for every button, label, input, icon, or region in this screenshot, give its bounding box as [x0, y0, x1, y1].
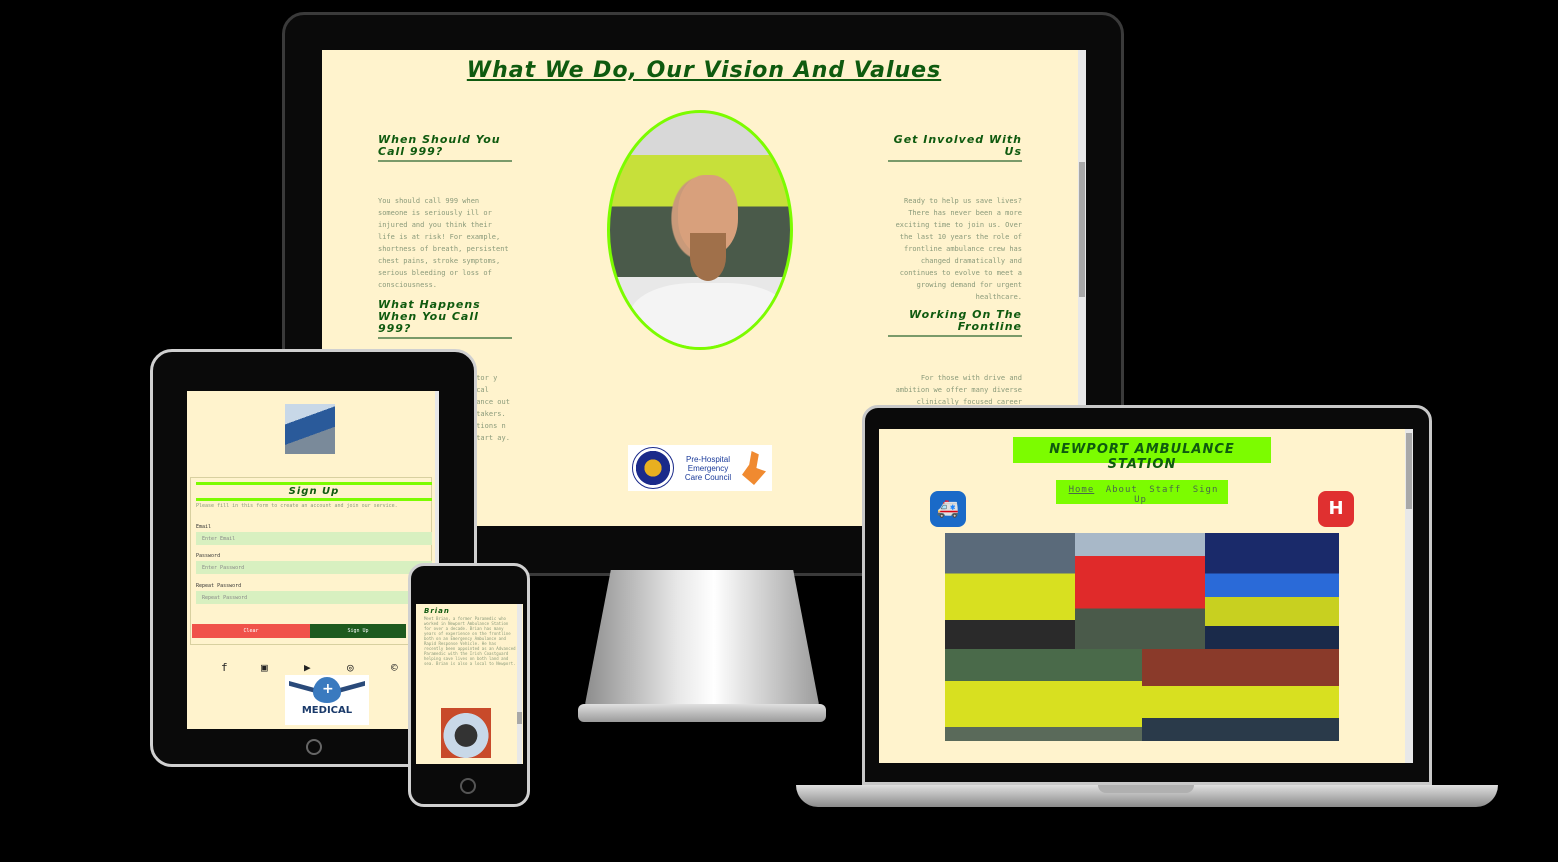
- photo-rapid-response-car: [945, 533, 1075, 649]
- doctor-photo: [285, 404, 335, 454]
- signup-subtitle: Please fill in this form to create an ac…: [196, 503, 398, 509]
- repeat-password-field[interactable]: Repeat Password: [196, 591, 432, 604]
- text-what-happens: ator y ical lance out -takers. stions n …: [472, 374, 510, 442]
- monitor-stand: [582, 570, 822, 720]
- staff-name: Brian: [424, 607, 450, 615]
- station-title: NEWPORT AMBULANCE STATION: [1013, 437, 1271, 472]
- hand-icon: [742, 451, 766, 485]
- staff-bio: Meet Brian, a former Paramedic who worke…: [424, 616, 516, 666]
- instagram-icon[interactable]: ◎: [347, 661, 354, 674]
- laptop-notch: [1098, 785, 1194, 793]
- email-field[interactable]: Enter Email: [196, 532, 432, 545]
- text-when-call-999: You should call 999 when someone is seri…: [378, 197, 509, 289]
- main-nav: Home About Staff Sign Up: [1056, 480, 1228, 505]
- nav-about[interactable]: About: [1106, 485, 1138, 495]
- facebook-icon[interactable]: f: [221, 661, 228, 674]
- photo-ambulances-night: [1205, 533, 1339, 649]
- heading-when-call-999: When Should You Call 999?: [378, 134, 512, 162]
- text-get-involved: Ready to help us save lives? There has n…: [895, 197, 1022, 301]
- heading-get-involved: Get Involved With Us: [888, 134, 1022, 162]
- phecc-logo: Pre-Hospital Emergency Care Council: [628, 445, 772, 491]
- seal-icon: [632, 447, 674, 489]
- paramedic-photo: [607, 110, 793, 350]
- photo-air-ambulance: [1075, 533, 1205, 649]
- tablet-home-button[interactable]: [306, 739, 322, 755]
- phone-screen: Brian Meet Brian, a former Paramedic who…: [416, 604, 523, 764]
- youtube-icon[interactable]: ▶: [304, 661, 311, 674]
- monitor-base: [578, 704, 826, 722]
- ambulance-icon: 🚑: [930, 491, 966, 527]
- phone-home-button[interactable]: [460, 778, 476, 794]
- copyright-icon: ©: [391, 661, 398, 674]
- hospital-icon: H: [1318, 491, 1354, 527]
- phecc-logo-text: Pre-Hospital Emergency Care Council: [684, 454, 732, 482]
- page-title: What We Do, Our Vision And Values: [466, 58, 942, 83]
- nav-staff[interactable]: Staff: [1149, 485, 1181, 495]
- tablet-screen: Sign Up Please fill in this form to crea…: [187, 391, 439, 729]
- laptop-scrollbar[interactable]: [1405, 429, 1413, 763]
- medical-logo: + MEDICAL: [285, 675, 369, 725]
- email-label: Email: [196, 524, 212, 530]
- heading-what-happens: What Happens When You Call 999?: [378, 299, 512, 339]
- photo-ambulance-van: [945, 649, 1142, 741]
- laptop-screen: NEWPORT AMBULANCE STATION Home About Sta…: [879, 429, 1413, 763]
- photo-motorcycle-paramedics: [1142, 649, 1339, 741]
- nav-home[interactable]: Home: [1069, 485, 1095, 495]
- repeat-password-label: Repeat Password: [196, 583, 242, 589]
- phone-scrollbar[interactable]: [517, 604, 522, 764]
- password-field[interactable]: Enter Password: [196, 561, 432, 574]
- twitter-icon[interactable]: ▣: [261, 661, 268, 674]
- signup-button[interactable]: Sign Up: [310, 624, 406, 638]
- password-label: Password: [196, 553, 221, 559]
- signup-title: Sign Up: [196, 482, 432, 501]
- text-frontline: For those with drive and ambition we off…: [895, 374, 1022, 406]
- pilot-photo: [441, 708, 491, 758]
- signup-form: Sign Up Please fill in this form to crea…: [190, 477, 432, 645]
- plus-icon: +: [322, 681, 334, 697]
- heading-frontline: Working On The Frontline: [888, 309, 1022, 337]
- medical-logo-text: MEDICAL: [301, 705, 353, 716]
- clear-button[interactable]: Clear: [192, 624, 310, 638]
